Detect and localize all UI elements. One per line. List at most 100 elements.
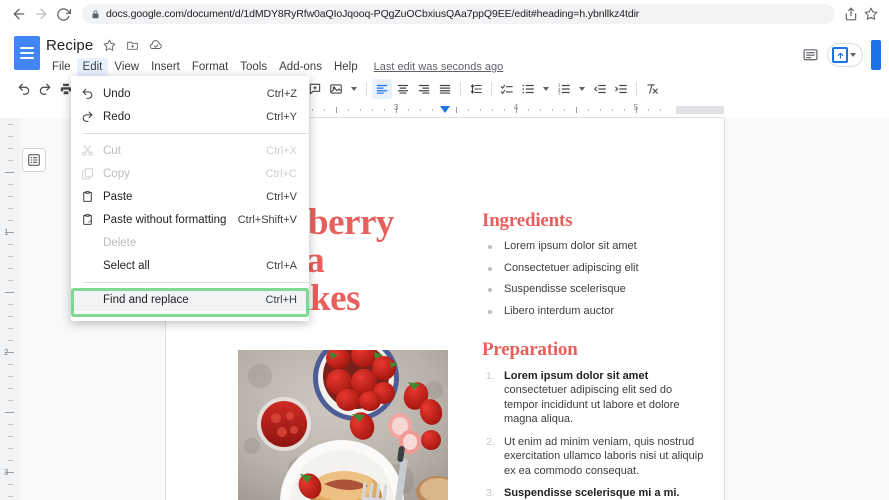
svg-text:3: 3 [558, 90, 561, 95]
line-spacing-icon[interactable] [466, 79, 486, 99]
preparation-list: Lorem ipsum dolor sit amet consectetuer … [482, 369, 708, 500]
move-to-folder-icon[interactable] [126, 39, 139, 52]
step-text: Ut enim ad minim veniam, quis nostrud ex… [504, 435, 704, 477]
edit-dropdown-menu[interactable]: Undo Ctrl+Z Redo Ctrl+Y Cut Ctrl+X Copy … [71, 76, 309, 321]
toolbar-divider [636, 82, 637, 96]
menu-item-label: Select all [103, 259, 150, 272]
address-bar[interactable]: docs.google.com/document/d/1dMDY8RyRfw0a… [82, 4, 835, 24]
toolbar-divider [366, 82, 367, 96]
paste-plain-icon: A [71, 213, 103, 226]
align-center-icon[interactable] [393, 79, 413, 99]
align-justify-icon[interactable] [435, 79, 455, 99]
list-item[interactable]: Consectetuer adipiscing elit [482, 262, 708, 275]
preparation-heading[interactable]: Preparation [482, 339, 708, 361]
reload-button[interactable] [52, 3, 74, 25]
menu-item-redo[interactable]: Redo Ctrl+Y [71, 105, 309, 128]
menu-item-label: Undo [103, 87, 131, 100]
menu-item-find-and-replace[interactable]: Find and replace Ctrl+H [71, 288, 309, 311]
last-edit-status[interactable]: Last edit was seconds ago [374, 61, 504, 73]
decrease-indent-icon[interactable] [590, 79, 610, 99]
menu-item-paste-without-formatting[interactable]: A Paste without formatting Ctrl+Shift+V [71, 208, 309, 231]
ingredients-heading[interactable]: Ingredients [482, 210, 708, 232]
menu-item-label: Paste [103, 190, 133, 203]
cut-icon [71, 144, 103, 157]
menu-item-select-all[interactable]: Select all Ctrl+A [71, 254, 309, 277]
menu-item-label: Find and replace [103, 293, 189, 306]
star-icon[interactable] [103, 39, 116, 52]
star-icon[interactable] [861, 4, 881, 24]
forward-button[interactable] [30, 3, 52, 25]
ruler-number: 3 [393, 103, 399, 112]
menu-item-shortcut: Ctrl+A [266, 259, 297, 272]
share-button[interactable] [827, 43, 863, 67]
insert-image-caret-icon[interactable] [347, 79, 361, 99]
menu-item-label: Delete [103, 236, 137, 249]
url-text: docs.google.com/document/d/1dMDY8RyRfw0a… [106, 8, 640, 20]
menu-item-label: Paste without formatting [103, 213, 227, 226]
step-text: consectetuer adipiscing elit sed do temp… [504, 384, 680, 425]
menu-item-shortcut: Ctrl+Z [266, 87, 297, 100]
menu-item-undo[interactable]: Undo Ctrl+Z [71, 82, 309, 105]
menu-edit[interactable]: Edit [76, 58, 109, 76]
menu-insert[interactable]: Insert [145, 58, 186, 76]
menu-item-delete[interactable]: Delete [71, 231, 309, 254]
bulleted-list-caret-icon[interactable] [539, 79, 553, 99]
docs-menu-bar: File Edit View Insert Format Tools Add-o… [46, 58, 802, 76]
paste-icon [71, 190, 103, 203]
strawberries-pancakes-photo[interactable] [238, 350, 448, 500]
menu-item-cut[interactable]: Cut Ctrl+X [71, 139, 309, 162]
redo-icon [71, 110, 103, 123]
numbered-list-icon[interactable]: 123 [554, 79, 574, 99]
ruler-number: 4 [513, 103, 519, 112]
list-item[interactable]: Libero interdum auctor [482, 305, 708, 318]
avatar[interactable] [871, 40, 881, 70]
chevron-down-icon[interactable] [850, 53, 856, 57]
clear-formatting-icon[interactable] [642, 79, 662, 99]
document-title[interactable]: Recipe [46, 37, 93, 54]
menu-divider [83, 282, 309, 283]
list-item[interactable]: Lorem ipsum dolor sit amet [482, 240, 708, 253]
comment-history-icon[interactable] [802, 47, 819, 64]
menu-tools[interactable]: Tools [234, 58, 273, 76]
back-button[interactable] [8, 3, 30, 25]
list-item[interactable]: Ut enim ad minim veniam, quis nostrud ex… [482, 435, 708, 479]
list-item[interactable]: Suspendisse scelerisque [482, 283, 708, 296]
undo-icon [71, 87, 103, 100]
copy-icon [71, 167, 103, 180]
bulleted-list-icon[interactable] [518, 79, 538, 99]
menu-item-shortcut: Ctrl+Y [266, 110, 297, 123]
ingredients-list: Lorem ipsum dolor sit amet Consectetuer … [482, 240, 708, 318]
menu-item-copy[interactable]: Copy Ctrl+C [71, 162, 309, 185]
increase-indent-icon[interactable] [611, 79, 631, 99]
list-item[interactable]: Lorem ipsum dolor sit amet consectetuer … [482, 369, 708, 427]
docs-header: Recipe File Edit View Insert Format Tool… [0, 28, 889, 76]
list-item[interactable]: Suspendisse scelerisque mi a mi. Lorem [482, 486, 708, 500]
menu-item-paste[interactable]: Paste Ctrl+V [71, 185, 309, 208]
share-page-icon[interactable] [841, 4, 861, 24]
cloud-saved-icon[interactable] [149, 38, 163, 52]
redo-icon[interactable] [35, 79, 55, 99]
checklist-icon[interactable] [497, 79, 517, 99]
numbered-list-caret-icon[interactable] [575, 79, 589, 99]
menu-divider [83, 133, 309, 134]
menu-file[interactable]: File [46, 58, 77, 76]
menu-item-label: Copy [103, 167, 130, 180]
menu-view[interactable]: View [108, 58, 145, 76]
menu-format[interactable]: Format [186, 58, 234, 76]
menu-item-shortcut: Ctrl+V [266, 190, 297, 203]
align-left-icon[interactable] [372, 79, 392, 99]
align-right-icon[interactable] [414, 79, 434, 99]
document-outline-icon[interactable] [22, 148, 46, 172]
menu-add-ons[interactable]: Add-ons [273, 58, 328, 76]
vertical-ruler[interactable]: 1 2 3 [0, 118, 20, 500]
menu-item-label: Redo [103, 110, 131, 123]
title-and-menus: Recipe File Edit View Insert Format Tool… [46, 32, 802, 76]
insert-image-icon[interactable] [326, 79, 346, 99]
browser-toolbar: docs.google.com/document/d/1dMDY8RyRfw0a… [0, 0, 889, 28]
menu-item-shortcut: Ctrl+H [265, 293, 297, 306]
browser-window: docs.google.com/document/d/1dMDY8RyRfw0a… [0, 0, 889, 500]
menu-help[interactable]: Help [328, 58, 364, 76]
toolbar-divider [460, 82, 461, 96]
undo-icon[interactable] [14, 79, 34, 99]
indent-marker[interactable] [440, 106, 450, 113]
